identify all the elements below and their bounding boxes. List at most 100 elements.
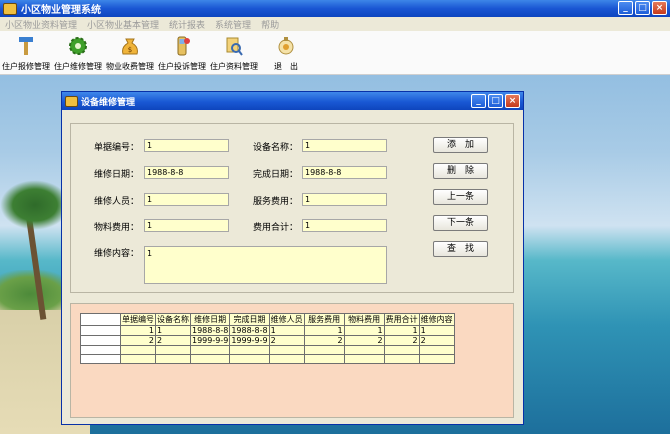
grid-header[interactable]: 单据编号 — [120, 313, 156, 326]
table-row-empty[interactable] — [80, 345, 455, 355]
dialog-close-button[interactable]: × — [505, 94, 520, 108]
toolbar-resident-data[interactable]: 住户资料管理 — [208, 31, 260, 75]
cell-repairer[interactable]: 2 — [268, 335, 305, 346]
cell-repairer[interactable]: 1 — [268, 325, 305, 336]
cell-repair-date[interactable]: 1999-9-9 — [189, 335, 231, 346]
cell-repair-date[interactable]: 1988-8-8 — [189, 325, 231, 336]
table-row[interactable]: 1 1 1988-8-8 1988-8-8 1 1 1 1 1 — [80, 325, 455, 336]
cell-service-fee[interactable]: 1 — [303, 325, 345, 336]
repair-date-input[interactable]: 1988-8-8 — [144, 166, 229, 179]
cell-service-fee[interactable]: 2 — [303, 335, 345, 346]
repair-date-label: 维修日期： — [94, 170, 140, 180]
row-selector[interactable] — [80, 345, 121, 355]
cell-order-no[interactable]: 2 — [120, 335, 156, 346]
total-fee-label: 费用合计： — [253, 223, 299, 233]
device-name-input[interactable]: 1 — [302, 139, 387, 152]
cell-content[interactable]: 2 — [418, 335, 455, 346]
minimize-button[interactable]: _ — [618, 1, 633, 15]
prev-button[interactable]: 上一条 — [433, 189, 488, 205]
cell-material-fee[interactable]: 1 — [343, 325, 385, 336]
palm-tree — [0, 160, 70, 320]
empty-cell[interactable] — [418, 345, 455, 355]
content-label: 维修内容： — [94, 249, 140, 259]
material-fee-input[interactable]: 1 — [144, 219, 229, 232]
grid-header[interactable]: 物料费用 — [343, 313, 385, 326]
dialog-titlebar: 设备维修管理 _ □ × — [62, 92, 523, 110]
empty-cell[interactable] — [155, 354, 191, 364]
row-selector[interactable] — [80, 335, 121, 346]
grid-header[interactable]: 费用合计 — [383, 313, 420, 326]
toolbar-label: 住户报修管理 — [2, 62, 50, 71]
grid-header[interactable]: 维修内容 — [418, 313, 455, 326]
empty-cell[interactable] — [229, 345, 270, 355]
menu-property-data[interactable]: 小区物业资料管理 — [0, 18, 82, 31]
cell-finish-date[interactable]: 1988-8-8 — [229, 325, 270, 336]
empty-cell[interactable] — [343, 354, 385, 364]
empty-cell[interactable] — [383, 354, 420, 364]
toolbar-repair-request[interactable]: 住户报修管理 — [0, 31, 52, 75]
total-fee-input[interactable]: 1 — [302, 219, 387, 232]
grid-header[interactable]: 设备名称 — [155, 313, 191, 326]
find-button[interactable]: 查 找 — [433, 241, 488, 257]
grid-header[interactable]: 完成日期 — [229, 313, 270, 326]
add-button[interactable]: 添 加 — [433, 137, 488, 153]
empty-cell[interactable] — [229, 354, 270, 364]
repairer-input[interactable]: 1 — [144, 193, 229, 206]
cell-device-name[interactable]: 2 — [155, 335, 191, 346]
service-fee-label: 服务费用： — [253, 197, 299, 207]
empty-cell[interactable] — [268, 354, 305, 364]
toolbar-complaints[interactable]: 住户投诉管理 — [156, 31, 208, 75]
toolbar-label: 住户资料管理 — [210, 62, 258, 71]
gear-icon — [67, 35, 89, 57]
empty-cell[interactable] — [120, 354, 156, 364]
finish-date-input[interactable]: 1988-8-8 — [302, 166, 387, 179]
empty-cell[interactable] — [155, 345, 191, 355]
order-no-label: 单据编号： — [94, 143, 140, 153]
svg-text:$: $ — [128, 46, 132, 54]
dialog-minimize-button[interactable]: _ — [471, 94, 486, 108]
dialog-window-controls: _ □ × — [471, 94, 520, 108]
cell-total-fee[interactable]: 1 — [383, 325, 420, 336]
phone-icon — [171, 35, 193, 57]
dialog-maximize-button[interactable]: □ — [488, 94, 503, 108]
table-row[interactable]: 2 2 1999-9-9 1999-9-9 2 2 2 2 2 — [80, 335, 455, 346]
menu-property-basic[interactable]: 小区物业基本管理 — [82, 18, 164, 31]
toolbar-maintenance[interactable]: 住户维修管理 — [52, 31, 104, 75]
toolbar-fees[interactable]: $ 物业收费管理 — [104, 31, 156, 75]
cell-material-fee[interactable]: 2 — [343, 335, 385, 346]
grid-header[interactable]: 维修日期 — [189, 313, 231, 326]
empty-cell[interactable] — [383, 345, 420, 355]
menu-system[interactable]: 系统管理 — [210, 18, 256, 31]
row-selector[interactable] — [80, 325, 121, 336]
empty-cell[interactable] — [268, 345, 305, 355]
cell-device-name[interactable]: 1 — [155, 325, 191, 336]
empty-cell[interactable] — [303, 354, 345, 364]
empty-cell[interactable] — [303, 345, 345, 355]
empty-cell[interactable] — [189, 345, 231, 355]
cell-total-fee[interactable]: 2 — [383, 335, 420, 346]
service-fee-input[interactable]: 1 — [302, 193, 387, 206]
cell-content[interactable]: 1 — [418, 325, 455, 336]
next-button[interactable]: 下一条 — [433, 215, 488, 231]
hammer-icon — [15, 35, 37, 57]
order-no-input[interactable]: 1 — [144, 139, 229, 152]
content-textarea[interactable]: 1 — [144, 246, 387, 284]
empty-cell[interactable] — [343, 345, 385, 355]
empty-cell[interactable] — [120, 345, 156, 355]
empty-cell[interactable] — [189, 354, 231, 364]
menu-reports[interactable]: 统计报表 — [164, 18, 210, 31]
records-grid: 单据编号 设备名称 维修日期 完成日期 维修人员 服务费用 物料费用 费用合计 … — [80, 313, 455, 364]
row-selector[interactable] — [80, 354, 121, 364]
close-button[interactable]: × — [652, 1, 667, 15]
grid-header[interactable]: 服务费用 — [303, 313, 345, 326]
magnifier-icon — [223, 35, 245, 57]
grid-header[interactable]: 维修人员 — [268, 313, 305, 326]
table-row-empty[interactable] — [80, 354, 455, 364]
cell-finish-date[interactable]: 1999-9-9 — [229, 335, 270, 346]
cell-order-no[interactable]: 1 — [120, 325, 156, 336]
toolbar-exit[interactable]: 退 出 — [260, 31, 312, 75]
maximize-button[interactable]: □ — [635, 1, 650, 15]
empty-cell[interactable] — [418, 354, 455, 364]
menu-help[interactable]: 帮助 — [256, 18, 284, 31]
delete-button[interactable]: 删 除 — [433, 163, 488, 179]
